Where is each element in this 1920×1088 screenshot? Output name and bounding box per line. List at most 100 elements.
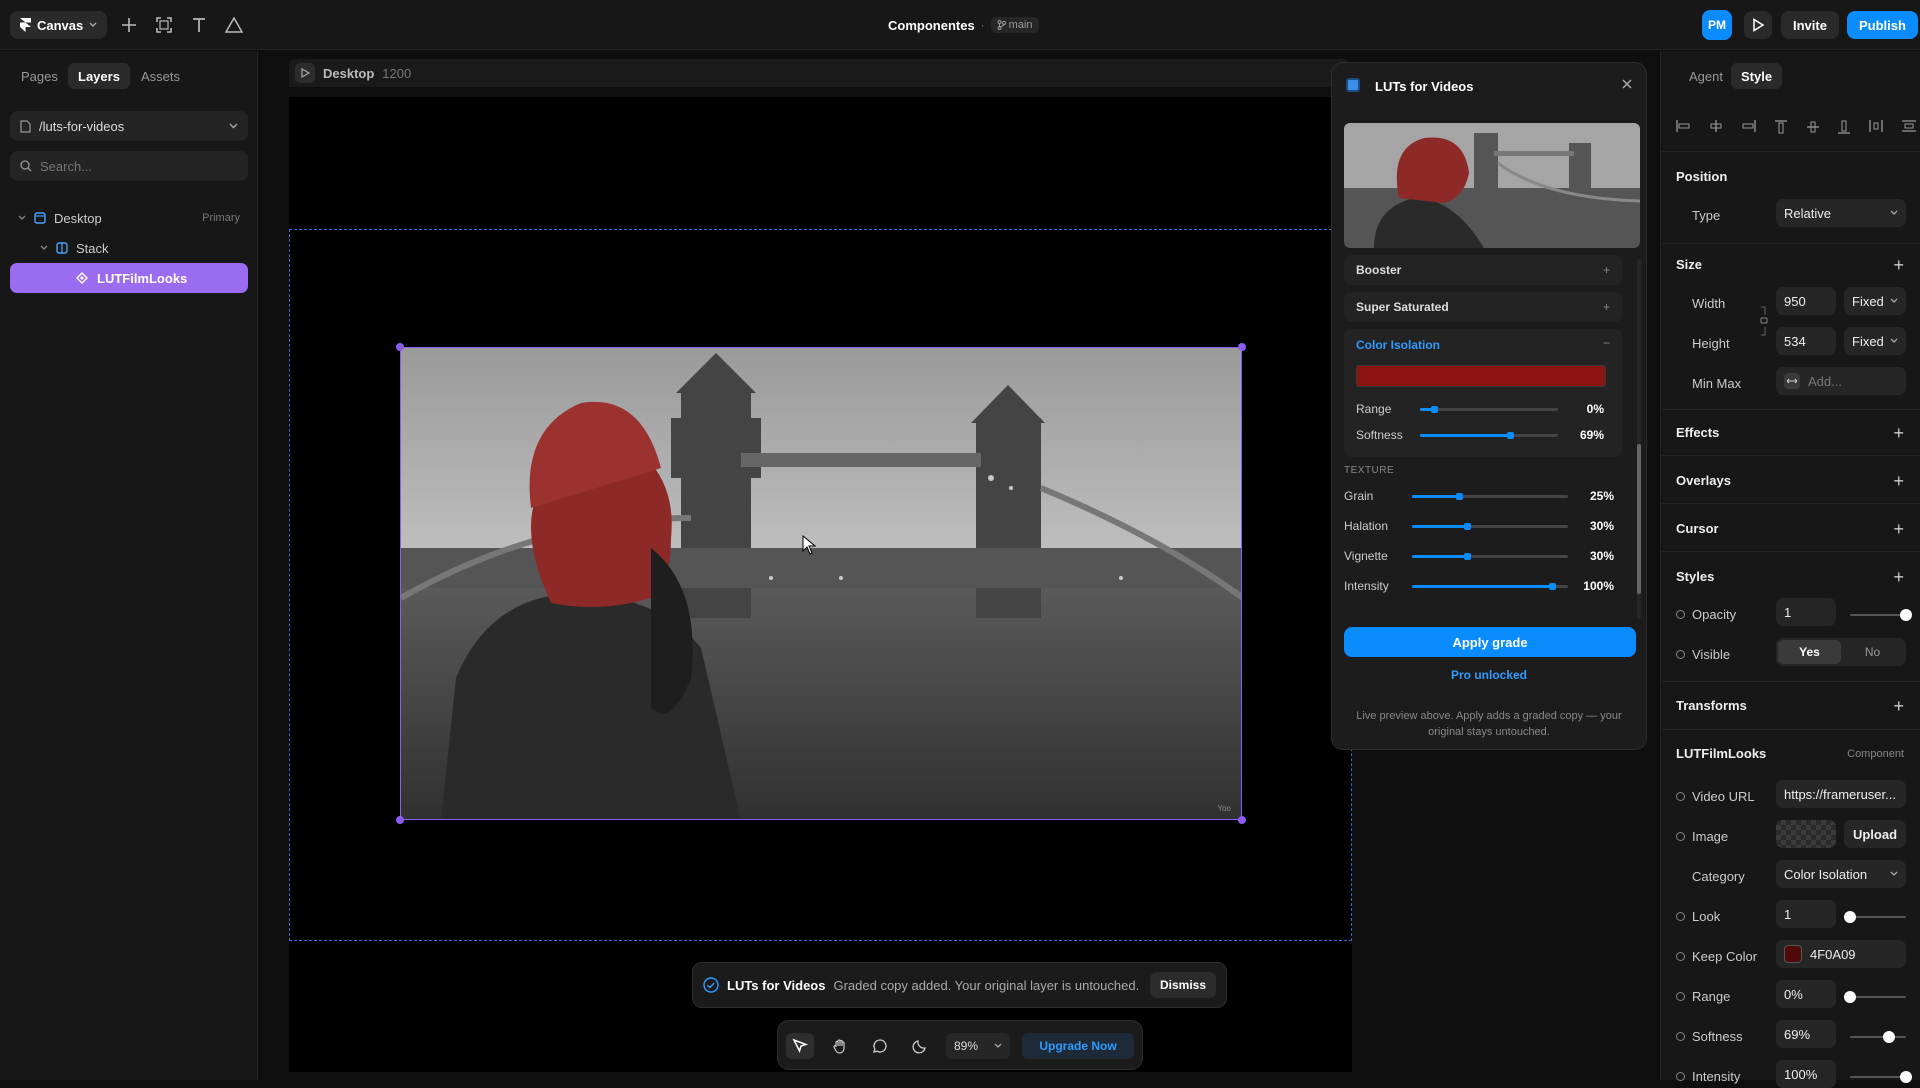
page-selector[interactable]: /luts-for-videos bbox=[10, 111, 248, 141]
dark-mode-icon[interactable] bbox=[906, 1033, 934, 1059]
slider-thumb[interactable] bbox=[1463, 523, 1471, 530]
distribute-v-icon[interactable] bbox=[1901, 120, 1916, 134]
align-left-icon[interactable] bbox=[1676, 120, 1690, 134]
effects-add-icon[interactable]: + bbox=[1893, 424, 1904, 442]
layer-item-desktop[interactable]: Desktop Primary bbox=[10, 203, 248, 233]
visible-yes-option[interactable]: Yes bbox=[1778, 640, 1841, 664]
align-bottom-icon[interactable] bbox=[1837, 120, 1850, 134]
intensity-input[interactable]: 100% bbox=[1776, 1060, 1836, 1088]
project-title[interactable]: Componentes bbox=[888, 18, 975, 33]
slider-thumb[interactable] bbox=[1455, 493, 1463, 500]
opacity-variable-icon[interactable] bbox=[1676, 610, 1685, 619]
lut-film-looks-image[interactable]: Yoo bbox=[400, 347, 1242, 820]
preset-booster[interactable]: Booster + bbox=[1344, 255, 1622, 285]
opacity-input[interactable]: 1 bbox=[1776, 598, 1836, 626]
range-variable-icon[interactable] bbox=[1676, 992, 1685, 1001]
slider-thumb[interactable] bbox=[1506, 432, 1514, 439]
tab-layers[interactable]: Layers bbox=[68, 63, 130, 89]
video-url-variable-icon[interactable] bbox=[1676, 792, 1685, 801]
isolation-range-slider[interactable] bbox=[1420, 406, 1558, 413]
hand-tool-icon[interactable] bbox=[826, 1033, 854, 1059]
slider-thumb[interactable] bbox=[1900, 1071, 1912, 1083]
align-right-icon[interactable] bbox=[1742, 120, 1756, 134]
texture-vignette-slider[interactable] bbox=[1412, 553, 1568, 560]
pro-unlocked-link[interactable]: Pro unlocked bbox=[1332, 668, 1646, 682]
layer-item-stack[interactable]: Stack bbox=[10, 233, 248, 263]
resize-handle-br[interactable] bbox=[1238, 816, 1246, 824]
slider-thumb[interactable] bbox=[1882, 1031, 1895, 1043]
collapse-icon[interactable]: − bbox=[1603, 336, 1610, 350]
preset-super-saturated[interactable]: Super Saturated + bbox=[1344, 292, 1622, 322]
tab-assets[interactable]: Assets bbox=[131, 63, 190, 89]
height-mode-select[interactable]: Fixed bbox=[1844, 327, 1906, 355]
align-center-h-icon[interactable] bbox=[1709, 120, 1723, 134]
select-tool-icon[interactable] bbox=[786, 1033, 814, 1059]
height-input[interactable]: 534 bbox=[1776, 327, 1836, 355]
distribute-h-icon[interactable] bbox=[1869, 120, 1883, 134]
look-variable-icon[interactable] bbox=[1676, 912, 1685, 921]
publish-button[interactable]: Publish bbox=[1847, 11, 1918, 39]
resize-handle-tl[interactable] bbox=[396, 343, 404, 351]
cursor-add-icon[interactable]: + bbox=[1893, 520, 1904, 538]
visible-variable-icon[interactable] bbox=[1676, 650, 1685, 659]
comment-tool-icon[interactable] bbox=[866, 1033, 894, 1059]
layer-item-lutfilmlooks[interactable]: LUTFilmLooks bbox=[10, 263, 248, 293]
width-mode-select[interactable]: Fixed bbox=[1844, 287, 1906, 315]
range-input[interactable]: 0% bbox=[1776, 980, 1836, 1008]
tab-style[interactable]: Style bbox=[1731, 63, 1783, 89]
visible-no-option[interactable]: No bbox=[1841, 640, 1904, 664]
zoom-select[interactable]: 89% bbox=[946, 1033, 1010, 1059]
video-url-input[interactable]: https://frameruser... bbox=[1776, 780, 1906, 808]
slider-thumb[interactable] bbox=[1844, 991, 1856, 1003]
branch-badge[interactable]: main bbox=[990, 17, 1039, 33]
slider-thumb[interactable] bbox=[1900, 609, 1912, 621]
intensity-slider[interactable] bbox=[1850, 1071, 1912, 1083]
frame-icon[interactable] bbox=[150, 11, 178, 39]
look-input[interactable]: 1 bbox=[1776, 900, 1836, 928]
tab-agent[interactable]: Agent bbox=[1679, 63, 1733, 89]
frame-header[interactable]: Desktop 1200 bbox=[289, 59, 1349, 87]
apply-grade-button[interactable]: Apply grade bbox=[1344, 627, 1636, 657]
opacity-slider[interactable] bbox=[1850, 609, 1912, 621]
softness-input[interactable]: 69% bbox=[1776, 1020, 1836, 1048]
slider-thumb[interactable] bbox=[1844, 911, 1856, 923]
align-center-v-icon[interactable] bbox=[1806, 120, 1819, 134]
size-add-icon[interactable]: + bbox=[1893, 256, 1904, 274]
expand-icon[interactable]: + bbox=[1603, 263, 1610, 277]
softness-variable-icon[interactable] bbox=[1676, 1032, 1685, 1041]
range-slider[interactable] bbox=[1844, 991, 1906, 1003]
upload-button[interactable]: Upload bbox=[1844, 820, 1906, 848]
dismiss-button[interactable]: Dismiss bbox=[1149, 972, 1216, 998]
keep-color-swatch[interactable] bbox=[1356, 365, 1606, 387]
category-select[interactable]: Color Isolation bbox=[1776, 860, 1906, 888]
invite-button[interactable]: Invite bbox=[1781, 11, 1839, 39]
layer-search[interactable] bbox=[10, 151, 248, 181]
expand-icon[interactable]: + bbox=[1603, 300, 1610, 314]
isolation-softness-slider[interactable] bbox=[1420, 432, 1558, 439]
slider-thumb[interactable] bbox=[1463, 553, 1471, 560]
position-type-select[interactable]: Relative bbox=[1776, 199, 1906, 227]
add-icon[interactable] bbox=[115, 11, 143, 39]
text-tool-icon[interactable] bbox=[185, 11, 213, 39]
visible-toggle[interactable]: Yes No bbox=[1776, 638, 1906, 666]
texture-halation-slider[interactable] bbox=[1412, 523, 1568, 530]
image-variable-icon[interactable] bbox=[1676, 832, 1685, 841]
keep-color-input[interactable]: 4F0A09 bbox=[1776, 940, 1906, 968]
slider-thumb[interactable] bbox=[1549, 583, 1557, 590]
shape-tool-icon[interactable] bbox=[220, 11, 248, 39]
width-input[interactable]: 950 bbox=[1776, 287, 1836, 315]
preview-play-icon[interactable] bbox=[1744, 11, 1772, 39]
tab-pages[interactable]: Pages bbox=[11, 63, 68, 89]
overlays-add-icon[interactable]: + bbox=[1893, 472, 1904, 490]
canvas-menu-button[interactable]: Canvas bbox=[10, 11, 108, 39]
minmax-add-field[interactable]: Add... bbox=[1776, 367, 1906, 395]
close-icon[interactable] bbox=[1622, 79, 1632, 89]
resize-handle-bl[interactable] bbox=[396, 816, 404, 824]
texture-grain-slider[interactable] bbox=[1412, 493, 1568, 500]
softness-slider[interactable] bbox=[1850, 1031, 1906, 1043]
upgrade-now-button[interactable]: Upgrade Now bbox=[1022, 1033, 1134, 1059]
frame-play-icon[interactable] bbox=[295, 63, 315, 83]
keep-color-swatch[interactable] bbox=[1784, 945, 1802, 963]
transforms-add-icon[interactable]: + bbox=[1893, 697, 1904, 715]
image-thumbnail[interactable] bbox=[1776, 820, 1836, 848]
